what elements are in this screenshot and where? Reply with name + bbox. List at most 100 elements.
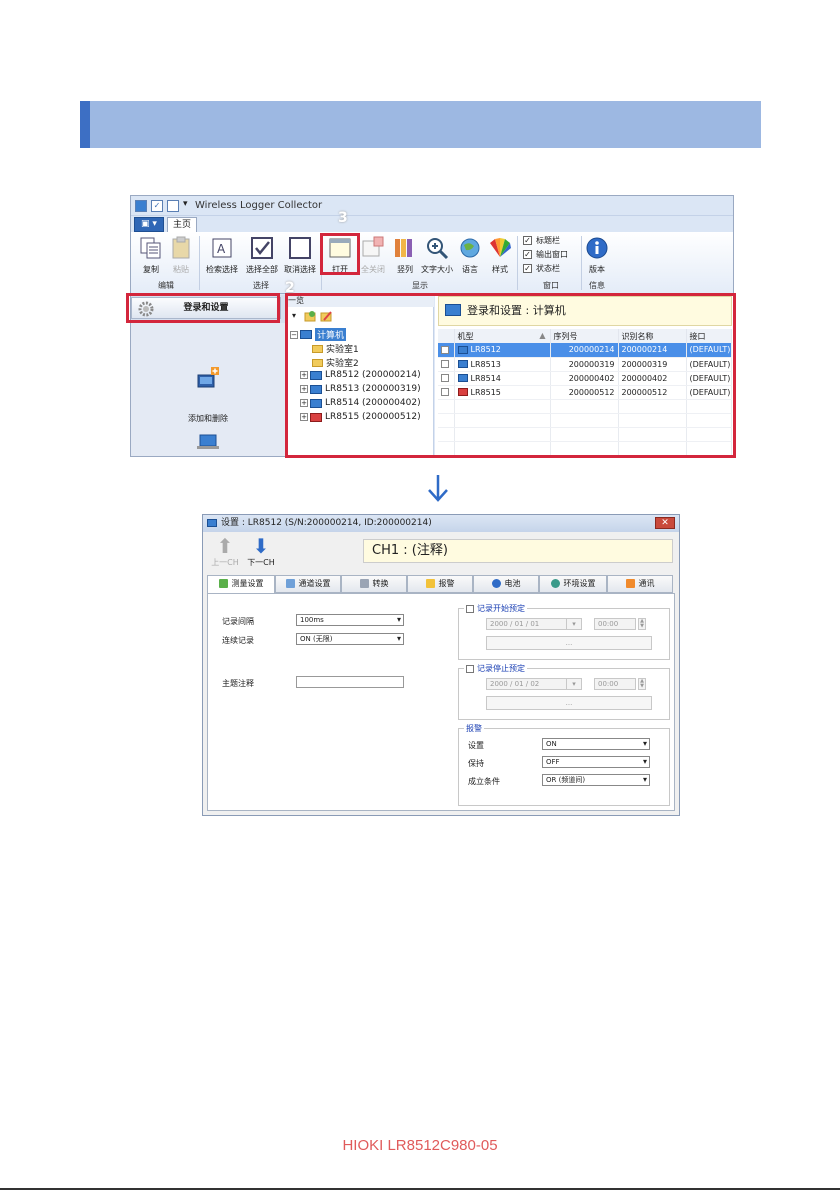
copy-label: 复制 [143,265,159,274]
row-check-cell[interactable] [438,385,455,400]
checkbox-icon[interactable] [441,374,449,382]
start-time-spinner[interactable]: ▲ ▼ [638,618,646,630]
continuous-record-select[interactable]: ON (无限) [296,633,404,645]
login-settings-button[interactable]: 登录和设置 [131,297,281,319]
expand-icon[interactable]: + [300,399,308,407]
table-row[interactable]: LR8512 200000214 200000214 (DEFAULT) [438,343,732,358]
search-select-button[interactable]: A 检索选择 [203,235,241,275]
search-select-icon: A [212,238,232,258]
column-header-interface[interactable]: 接口 [686,329,732,343]
tab-measurement[interactable]: 测量设置 [207,575,275,594]
quick-access-check-icon[interactable]: ✓ [151,200,163,212]
language-button[interactable]: 语言 [455,235,485,275]
paste-button[interactable]: 粘贴 [167,235,195,275]
laptop-icon[interactable] [197,434,219,450]
tree-item-label: LR8513 (200000319) [325,384,421,394]
stop-reserve-toggle[interactable]: 记录停止预定 [464,663,527,674]
tab-battery[interactable]: 电池 [473,575,539,593]
step-number-3: 3 [338,210,348,226]
column-header-serial[interactable]: 序列号 [550,329,619,343]
status-bar-label: 状态栏 [536,264,560,273]
tab-environment[interactable]: 环境设置 [539,575,607,593]
tab-home[interactable]: 主页 [167,217,197,233]
tree-item-lab1[interactable]: 实验室1 [312,342,359,355]
quick-access-box-icon[interactable] [167,200,179,212]
tree-dropdown-icon[interactable]: ▾ [292,311,296,320]
table-row[interactable]: LR8513 200000319 200000319 (DEFAULT) [438,357,732,372]
checkbox-icon[interactable] [466,664,474,673]
open-button[interactable]: 打开 [325,235,355,275]
copy-button[interactable]: 复制 [137,235,165,275]
close-button[interactable]: ✕ [655,517,675,529]
stop-time-spinner[interactable]: ▲ ▼ [638,678,646,690]
expand-icon[interactable]: + [300,371,308,379]
app-menu-button[interactable]: ▣ ▾ [134,217,164,232]
tree-item-computer[interactable]: − 计算机 [290,328,347,341]
font-size-button[interactable]: 文字大小 [419,235,455,275]
edit-folder-icon[interactable] [320,310,332,322]
search-select-label: 检索选择 [206,265,238,274]
row-check-cell[interactable] [438,357,455,372]
add-delete-label[interactable]: 添加和删除 [131,413,285,424]
checkbox-icon[interactable] [441,345,449,354]
quick-access-dropdown-icon[interactable]: ▾ [183,199,188,209]
expand-icon[interactable]: + [300,413,308,421]
page-bottom-rule [0,1188,840,1190]
tree-item-lab2[interactable]: 实验室2 [312,356,359,369]
alarm-hold-select[interactable]: OFF [542,756,650,768]
tab-conversion[interactable]: 转换 [341,575,407,593]
alarm-setting-select[interactable]: ON [542,738,650,750]
row-check-cell[interactable] [438,343,455,358]
select-all-button[interactable]: 选择全部 [243,235,281,275]
output-window-toggle[interactable]: ✓ 输出窗口 [523,249,568,260]
record-interval-select[interactable]: 100ms [296,614,404,626]
checkbox-icon[interactable] [441,388,449,396]
row-check-cell[interactable] [438,371,455,386]
prev-channel-button[interactable]: ⬆ 上一CH [207,535,243,568]
column-header-id-name[interactable]: 识别名称 [618,329,687,343]
checkbox-icon[interactable] [441,360,449,368]
tab-alarm[interactable]: 报警 [407,575,473,593]
table-row[interactable]: LR8514 200000402 200000402 (DEFAULT) [438,371,732,386]
open-window-icon [329,238,351,258]
status-bar-toggle[interactable]: ✓ 状态栏 [523,263,560,274]
tree-item-lr8512[interactable]: + LR8512 (200000214) [300,370,421,380]
checkbox-icon[interactable] [466,604,474,613]
stop-detail-button[interactable]: ... [486,696,652,710]
stop-date-dropdown-icon[interactable]: ▾ [566,678,582,690]
add-device-icon[interactable] [196,367,220,389]
cancel-select-button[interactable]: 取消选择 [281,235,319,275]
start-date-field[interactable]: 2000 / 01 / 01 [486,618,574,630]
table-row[interactable]: LR8515 200000512 200000512 (DEFAULT) [438,385,732,400]
start-reserve-toggle[interactable]: 记录开始预定 [464,603,527,614]
tree-item-lr8515[interactable]: + LR8515 (200000512) [300,412,421,422]
group-edit-label: 编辑 [158,281,174,290]
tab-channel[interactable]: 通道设置 [275,575,341,593]
column-header-model[interactable]: 机型 ▲ [454,329,551,343]
interface-cell: (DEFAULT) [686,343,732,358]
version-button[interactable]: 版本 [583,235,611,275]
start-time-field[interactable]: 00:00 [594,618,636,630]
tree-item-lr8513[interactable]: + LR8513 (200000319) [300,384,421,394]
alarm-condition-label: 成立条件 [468,777,500,786]
style-button[interactable]: 样式 [485,235,515,275]
stop-date-field[interactable]: 2000 / 01 / 02 [486,678,574,690]
stop-time-field[interactable]: 00:00 [594,678,636,690]
title-bar-toggle[interactable]: ✓ 标题栏 [523,235,560,246]
start-detail-button[interactable]: ... [486,636,652,650]
alarm-condition-select[interactable]: OR (频道间) [542,774,650,786]
add-folder-icon[interactable] [304,310,316,322]
logger-icon [457,374,468,382]
close-all-button[interactable]: 全关闭 [357,235,389,275]
title-comment-input[interactable] [296,676,404,688]
tree-item-lr8514[interactable]: + LR8514 (200000402) [300,398,421,408]
tab-communication[interactable]: 通讯 [607,575,673,593]
continuous-record-label: 连续记录 [222,636,254,645]
columns-button[interactable]: 竖列 [391,235,419,275]
cancel-select-label: 取消选择 [284,265,316,274]
collapse-icon[interactable]: − [290,330,298,339]
expand-icon[interactable]: + [300,385,308,393]
next-channel-button[interactable]: ⬇ 下一CH [243,535,279,568]
warning-icon [425,579,435,588]
start-date-dropdown-icon[interactable]: ▾ [566,618,582,630]
